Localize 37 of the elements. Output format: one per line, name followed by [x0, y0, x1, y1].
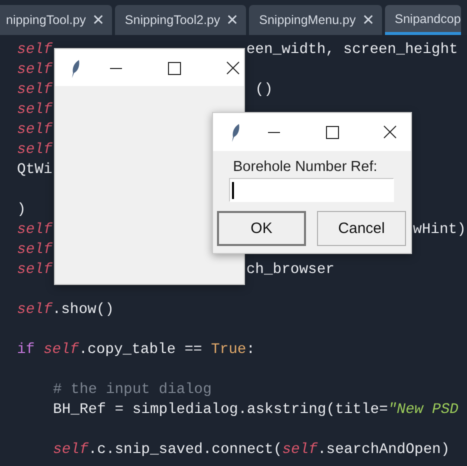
input-field[interactable] — [229, 178, 394, 202]
code-line: self — [17, 261, 52, 280]
close-icon[interactable]: ✕ — [92, 11, 105, 29]
code-line: self — [17, 241, 52, 260]
code-line: self — [17, 221, 52, 240]
code-line: wHint) — [413, 221, 466, 240]
code-line: QtWi — [17, 161, 52, 180]
feather-icon — [71, 60, 81, 78]
code-line: self.c.snip_saved.connect(self.searchAndOpen) — [53, 441, 450, 460]
code-line: self — [17, 101, 52, 120]
code-line: self.show() — [17, 301, 114, 320]
editor-tab[interactable]: nippingTool.py ✕ — [0, 5, 112, 35]
prompt-label: Borehole Number Ref: — [233, 159, 378, 175]
feather-icon — [231, 124, 241, 142]
cancel-button[interactable]: Cancel — [317, 211, 406, 246]
editor-tab[interactable]: Snipandcop — [384, 5, 461, 35]
code-comment: # the input dialog — [53, 381, 212, 400]
editor-tab[interactable]: SnippingMenu.py ✕ — [249, 5, 382, 35]
code-line: self — [17, 41, 52, 60]
close-icon[interactable]: ✕ — [226, 11, 240, 29]
code-line: BH_Ref = simpledialog.askstring(title="New PSD — [53, 401, 458, 420]
maximize-icon[interactable] — [324, 124, 340, 140]
code-line: if self.copy_table == True: — [17, 341, 256, 360]
editor-tab[interactable]: SnippingTool2.py ✕ — [114, 5, 246, 35]
close-icon[interactable] — [225, 60, 241, 76]
code-line: ch_browser — [246, 261, 334, 280]
code-line: self — [17, 61, 52, 80]
ok-button[interactable]: OK — [217, 211, 306, 246]
code-line: een_width, screen_height — [246, 41, 458, 60]
code-line: () — [255, 81, 273, 100]
code-line: self — [17, 141, 52, 160]
code-line: self — [17, 121, 52, 140]
close-icon[interactable] — [382, 124, 398, 140]
maximize-icon[interactable] — [166, 60, 182, 76]
code-line: self — [17, 81, 52, 100]
code-line: ) — [17, 201, 26, 220]
close-icon[interactable]: ✕ — [362, 11, 375, 29]
